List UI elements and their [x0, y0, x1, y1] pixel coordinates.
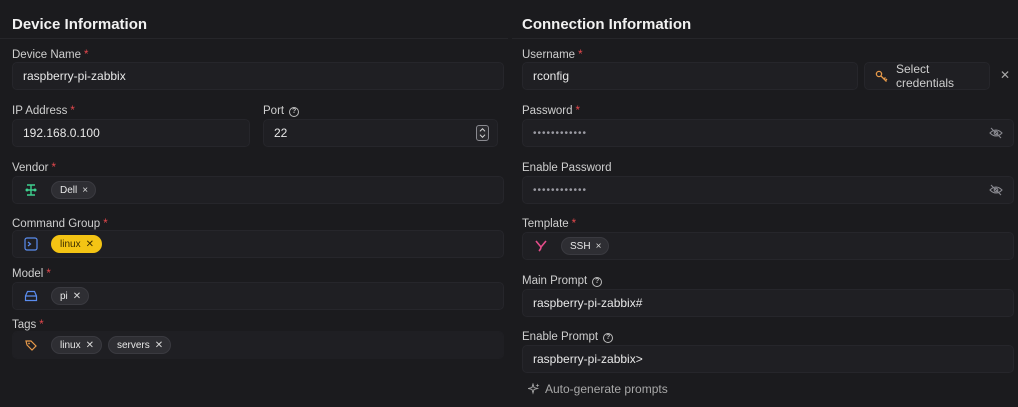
model-label: Model *: [12, 268, 51, 280]
enable-password-input[interactable]: ••••••••••••: [522, 176, 1014, 204]
close-icon[interactable]: ✕: [73, 291, 81, 302]
close-icon[interactable]: ×: [596, 241, 602, 252]
model-tag[interactable]: pi ✕: [51, 287, 90, 305]
command-group-select[interactable]: linux ✕: [12, 230, 504, 258]
main-prompt-label: Main Prompt?: [522, 275, 603, 287]
help-icon[interactable]: ?: [603, 333, 614, 343]
device-name-label: Device Name *: [12, 49, 89, 61]
password-input[interactable]: ••••••••••••: [522, 119, 1014, 147]
close-icon[interactable]: ✕: [1000, 68, 1010, 82]
terminal-icon: [23, 236, 39, 252]
password-label: Password *: [522, 105, 580, 117]
port-input[interactable]: 22: [263, 119, 498, 147]
username-label: Username *: [522, 49, 583, 61]
select-credentials-button[interactable]: Select credentials: [864, 62, 990, 90]
main-prompt-input[interactable]: raspberry-pi-zabbix#: [522, 289, 1014, 317]
template-label: Template *: [522, 218, 577, 230]
username-value: rconfig: [533, 69, 570, 83]
close-icon[interactable]: ×: [82, 185, 88, 196]
network-icon: [23, 182, 39, 198]
template-tag[interactable]: SSH ×: [561, 237, 610, 255]
tag-chip-servers[interactable]: servers ✕: [107, 336, 172, 354]
help-icon[interactable]: ?: [592, 277, 603, 287]
port-value: 22: [274, 126, 288, 140]
main-prompt-value: raspberry-pi-zabbix#: [533, 296, 643, 310]
port-label: Port?: [263, 105, 300, 117]
tags-select[interactable]: linux ✕ servers ✕: [12, 331, 504, 359]
eye-off-icon[interactable]: [989, 127, 1003, 139]
close-icon[interactable]: ✕: [155, 340, 163, 351]
enable-password-value: ••••••••••••: [533, 184, 588, 196]
command-group-label: Command Group *: [12, 218, 108, 230]
sparkle-icon: [528, 383, 540, 395]
vendor-select[interactable]: Dell ×: [12, 176, 504, 204]
close-icon[interactable]: ✕: [86, 340, 94, 351]
vendor-label: Vendor *: [12, 162, 56, 174]
stepper-icon[interactable]: [476, 125, 489, 141]
vendor-tag[interactable]: Dell ×: [51, 181, 97, 199]
enable-prompt-label: Enable Prompt?: [522, 331, 614, 343]
help-icon[interactable]: ?: [289, 107, 300, 117]
auto-generate-prompts-button[interactable]: Auto-generate prompts: [528, 382, 668, 396]
enable-prompt-value: raspberry-pi-zabbix>: [533, 352, 643, 366]
model-select[interactable]: pi ✕: [12, 282, 504, 310]
tags-label: Tags *: [12, 319, 44, 331]
divider: [512, 38, 1018, 39]
template-icon: [533, 238, 549, 254]
password-value: ••••••••••••: [533, 127, 588, 139]
username-input[interactable]: rconfig: [522, 62, 858, 90]
ip-address-label: IP Address *: [12, 105, 75, 117]
ip-address-value: 192.168.0.100: [23, 126, 100, 140]
tag-chip-linux[interactable]: linux ✕: [51, 336, 102, 354]
device-name-value: raspberry-pi-zabbix: [23, 69, 126, 83]
connection-information-title: Connection Information: [522, 16, 692, 33]
divider: [0, 38, 508, 39]
close-icon[interactable]: ✕: [86, 239, 94, 250]
enable-prompt-input[interactable]: raspberry-pi-zabbix>: [522, 345, 1014, 373]
device-information-title: Device Information: [12, 16, 148, 33]
tag-icon: [23, 337, 39, 353]
device-information-panel: Device Information Device Name * raspberr…: [0, 0, 508, 407]
drive-icon: [23, 288, 39, 304]
ip-address-input[interactable]: 192.168.0.100: [12, 119, 250, 147]
command-group-tag[interactable]: linux ✕: [51, 235, 102, 253]
template-select[interactable]: SSH ×: [522, 232, 1014, 260]
device-name-input[interactable]: raspberry-pi-zabbix: [12, 62, 504, 90]
enable-password-label: Enable Password: [522, 162, 612, 174]
eye-off-icon[interactable]: [989, 184, 1003, 196]
connection-information-panel: Connection Information Username * rconfig…: [512, 0, 1018, 407]
key-icon: [875, 70, 888, 83]
